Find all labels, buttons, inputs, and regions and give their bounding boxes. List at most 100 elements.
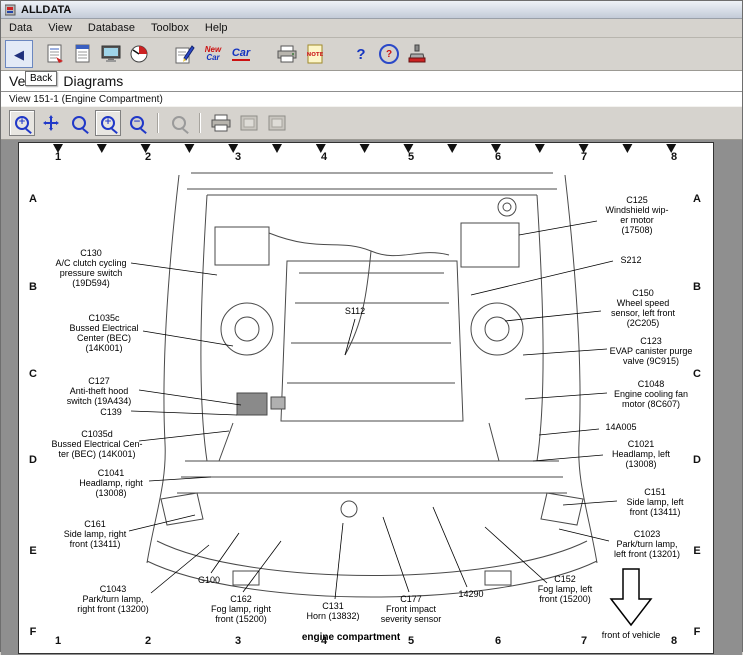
diagram-caption: engine compartment (302, 632, 400, 643)
menu-item-data[interactable]: Data (1, 21, 40, 35)
copy-page-button[interactable] (237, 111, 261, 135)
callout-c1021: C1021Headlamp, left(13008) (612, 439, 670, 469)
back-button[interactable]: ◀ (5, 40, 33, 68)
grid-column-bottom-2: 2 (145, 635, 151, 647)
search-help-icon: ? (379, 44, 399, 64)
grid-column-bottom-3: 3 (235, 635, 241, 647)
quote-document-icon (46, 44, 64, 64)
print-button[interactable] (274, 41, 300, 67)
callout-g100: G100 (198, 575, 220, 585)
diagram-area: 1122334455667788AABBCCDDEEFF C130A/C clu… (1, 140, 742, 655)
main-toolbar: ◀ (1, 38, 742, 71)
printer-icon (277, 45, 297, 63)
callout-c1035c: C1035cBussed ElectricalCenter (BEC)(14K0… (69, 313, 138, 353)
zoom-in-button[interactable]: + (95, 110, 121, 136)
grid-row-right-E: E (693, 545, 700, 557)
menu-item-view[interactable]: View (40, 21, 80, 35)
new-car-button[interactable]: New Car (200, 41, 226, 67)
callout-14290: 14290 (458, 589, 483, 599)
zoom-toolbar: + + − (1, 106, 742, 140)
view-row: View 151-1 (Engine Compartment) (1, 92, 742, 106)
grid-column-bottom-1: 1 (55, 635, 61, 647)
title-bar[interactable]: ALLDATA (1, 1, 742, 19)
grid-column-bottom-8: 8 (671, 635, 677, 647)
car-icon: Car (232, 48, 250, 61)
copy-page-icon (240, 115, 258, 131)
pan-button[interactable] (39, 111, 63, 135)
callout-c161: C161Side lamp, rightfront (13411) (64, 519, 127, 549)
grid-row-right-B: B (693, 281, 701, 293)
monitor-icon (101, 45, 121, 63)
grid-column-top-1: 1 (55, 151, 61, 163)
menu-item-toolbox[interactable]: Toolbox (143, 21, 197, 35)
grid-column-bottom-7: 7 (581, 635, 587, 647)
grid-row-left-D: D (29, 454, 37, 466)
window-title: ALLDATA (21, 4, 71, 16)
grid-row-left-A: A (29, 193, 37, 205)
app-window: ALLDATA DataViewDatabaseToolboxHelp ◀ (0, 0, 743, 652)
new-car-icon: New Car (205, 46, 221, 62)
menubar: DataViewDatabaseToolboxHelp (1, 19, 742, 38)
diagram-canvas[interactable]: 1122334455667788AABBCCDDEEFF C130A/C clu… (19, 143, 713, 653)
callout-c150: C150Wheel speedsensor, left front(2C205) (611, 288, 675, 328)
printer-icon (211, 114, 231, 132)
grid-column-top-6: 6 (495, 151, 501, 163)
svg-text:NOTE: NOTE (307, 52, 324, 58)
car-button[interactable]: Car (228, 41, 254, 67)
front-of-vehicle-arrow (611, 569, 651, 625)
back-arrow-icon: ◀ (14, 48, 24, 61)
callout-c123: C123EVAP canister purgevalve (9C915) (610, 336, 693, 366)
grid-column-top-5: 5 (408, 151, 414, 163)
menu-item-help[interactable]: Help (197, 21, 236, 35)
zoom-out-button[interactable]: − (125, 111, 149, 135)
export-page-button[interactable] (265, 111, 289, 135)
report-button[interactable] (70, 41, 96, 67)
callout-c152: C152Fog lamp, leftfront (15200) (538, 574, 593, 604)
monitor-button[interactable] (98, 41, 124, 67)
zoom-out-icon: − (130, 116, 144, 130)
export-page-icon (268, 115, 286, 131)
compose-icon (175, 44, 195, 64)
callout-c162: C162Fog lamp, rightfront (15200) (211, 594, 271, 624)
report-icon (74, 44, 92, 64)
callout-c130: C130A/C clutch cyclingpressure switch(19… (55, 248, 126, 288)
zoom-extents-button[interactable] (167, 111, 191, 135)
section-label: Ve (9, 73, 25, 89)
zoom-window-icon: + (15, 116, 29, 130)
zoom-select-icon (72, 116, 86, 130)
stamp-button[interactable] (404, 41, 430, 67)
callout-c1043: C1043Park/turn lamp,right front (13200) (77, 584, 149, 614)
callout-s112: S112 (345, 306, 365, 316)
grid-column-top-7: 7 (581, 151, 587, 163)
grid-column-top-4: 4 (321, 151, 327, 163)
app-icon (5, 4, 17, 16)
callout-c139: C139 (100, 407, 122, 417)
grid-row-right-C: C (693, 368, 701, 380)
pan-icon (43, 115, 59, 131)
callout-c1023: C1023Park/turn lamp,left front (13201) (614, 529, 680, 559)
page-title: Diagrams (63, 73, 123, 89)
print-diagram-button[interactable] (209, 111, 233, 135)
callout-c125: C125Windshield wip-er motor(17508) (605, 195, 668, 235)
gauge-icon (129, 44, 149, 64)
toolbar-separator (157, 113, 159, 133)
front-of-vehicle-label: front of vehicle (602, 630, 661, 640)
quote-document-button[interactable] (42, 41, 68, 67)
zoom-window-button[interactable]: + (9, 110, 35, 136)
zoom-select-button[interactable] (67, 111, 91, 135)
zoom-in-icon: + (101, 116, 115, 130)
note-button[interactable]: NOTE (302, 41, 328, 67)
menu-item-database[interactable]: Database (80, 21, 143, 35)
callout-s212: S212 (620, 255, 641, 265)
compose-button[interactable] (172, 41, 198, 67)
pass-fail-stamp-icon (407, 44, 427, 64)
gauge-button[interactable] (126, 41, 152, 67)
grid-column-top-2: 2 (145, 151, 151, 163)
callout-c177: C177Front impactseverity sensor (381, 594, 442, 624)
callout-c151: C151Side lamp, leftfront (13411) (626, 487, 683, 517)
callout-c1048: C1048Engine cooling fanmotor (8C607) (614, 379, 688, 409)
help-icon: ? (356, 46, 365, 63)
header-row: Ve Diagrams (1, 71, 742, 92)
help-button[interactable]: ? (348, 41, 374, 67)
search-help-button[interactable]: ? (376, 41, 402, 67)
